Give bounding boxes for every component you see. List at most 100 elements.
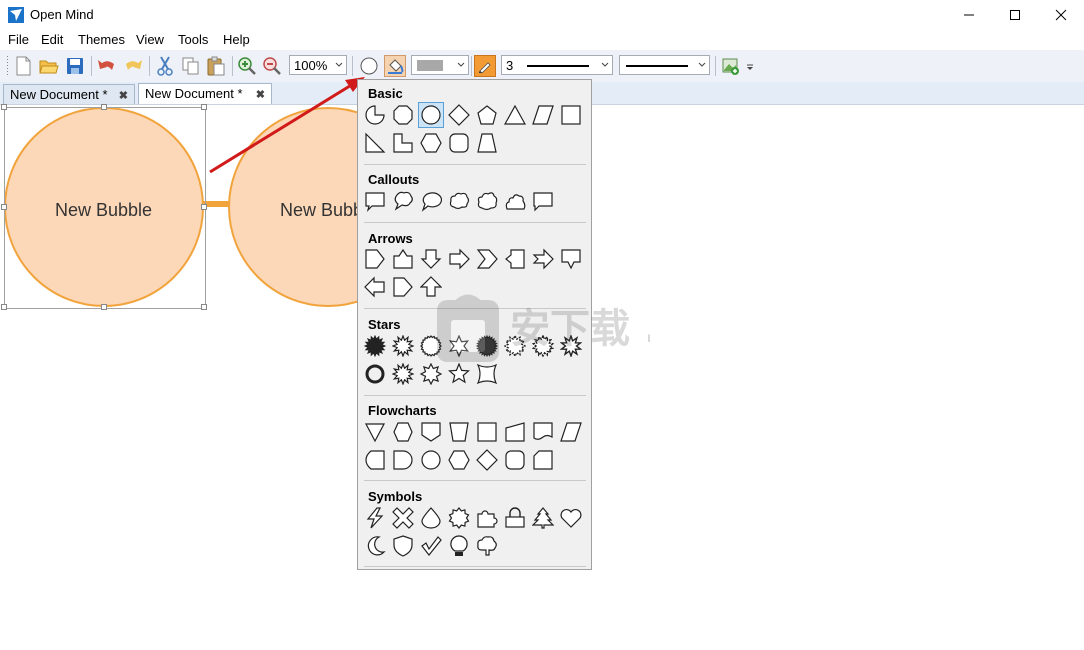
shape-arrowD[interactable] — [418, 246, 444, 272]
shape-bulb[interactable] — [446, 533, 472, 559]
shape-fAlt[interactable] — [502, 447, 528, 473]
resize-handle[interactable] — [1, 304, 7, 310]
shape-callout3[interactable] — [418, 188, 444, 214]
menu-themes[interactable]: Themes — [78, 32, 125, 47]
shape-fManual[interactable] — [446, 419, 472, 445]
fDoc-icon — [533, 422, 553, 440]
shape-arrowRn[interactable] — [530, 246, 556, 272]
shape-hexagon[interactable] — [418, 130, 444, 156]
shape-fConn[interactable] — [418, 447, 444, 473]
open-button[interactable] — [38, 55, 60, 77]
redo-button[interactable] — [122, 55, 144, 77]
shape-callout2[interactable] — [390, 188, 416, 214]
fDec-icon — [476, 449, 498, 471]
shape-arrowR2[interactable] — [446, 246, 472, 272]
shape-arrowL2[interactable] — [502, 246, 528, 272]
tab-close-icon[interactable]: ✖ — [119, 89, 128, 102]
shape-star16[interactable] — [390, 333, 416, 359]
shape-fInput[interactable] — [502, 419, 528, 445]
shape-roundrect[interactable] — [446, 130, 472, 156]
shape-fMerge[interactable] — [362, 419, 388, 445]
tab-document-1[interactable]: New Document * ✖ — [3, 84, 135, 104]
fOffpage-icon — [421, 422, 441, 442]
shape-lock[interactable] — [502, 505, 528, 531]
fill-color-button[interactable] — [384, 55, 406, 77]
undo-button[interactable] — [96, 55, 118, 77]
shape-cloud3[interactable] — [502, 188, 528, 214]
shape-chevron[interactable] — [474, 246, 500, 272]
shape-cloud[interactable] — [446, 188, 472, 214]
menu-edit[interactable]: Edit — [41, 32, 63, 47]
shape-arrowDbox[interactable] — [558, 246, 584, 272]
shape-arrowU[interactable] — [390, 246, 416, 272]
shape-lshape[interactable] — [390, 130, 416, 156]
shape-rtriangle[interactable] — [362, 130, 388, 156]
shape-arrowL[interactable] — [362, 274, 388, 300]
shape-ring[interactable] — [362, 361, 388, 387]
shape-pie[interactable] — [362, 102, 388, 128]
shape-moon[interactable] — [362, 533, 388, 559]
shape-check[interactable] — [418, 533, 444, 559]
shape-bolt[interactable] — [362, 505, 388, 531]
shape-heart[interactable] — [558, 505, 584, 531]
line-width-combo[interactable]: 3 — [501, 55, 613, 75]
shape-parallelogram[interactable] — [530, 102, 556, 128]
copy-button[interactable] — [180, 55, 202, 77]
shape-fStore[interactable] — [362, 447, 388, 473]
shape-fCard[interactable] — [530, 447, 556, 473]
shape-trapezoid[interactable] — [474, 130, 500, 156]
shape-pentR[interactable] — [390, 274, 416, 300]
shape-drop[interactable] — [418, 505, 444, 531]
menu-help[interactable]: Help — [223, 32, 250, 47]
shape-circle[interactable] — [418, 102, 444, 128]
shape-gear[interactable] — [446, 505, 472, 531]
shape-fData[interactable] — [558, 419, 584, 445]
toolbar-overflow-button[interactable] — [744, 55, 756, 77]
save-button[interactable] — [64, 55, 86, 77]
shape-pentagon[interactable] — [474, 102, 500, 128]
menu-view[interactable]: View — [136, 32, 164, 47]
shape-fProcess[interactable] — [474, 419, 500, 445]
shape-fDoc[interactable] — [530, 419, 556, 445]
resize-handle[interactable] — [101, 304, 107, 310]
shape-cross[interactable] — [390, 505, 416, 531]
shape-fDec[interactable] — [474, 447, 500, 473]
shape-star24f[interactable] — [362, 333, 388, 359]
shape-fOffpage[interactable] — [418, 419, 444, 445]
arrowL-icon — [364, 276, 385, 298]
menu-tools[interactable]: Tools — [178, 32, 208, 47]
shape-star12[interactable] — [390, 361, 416, 387]
shape-arrowR[interactable] — [362, 246, 388, 272]
shape-tree[interactable] — [530, 505, 556, 531]
shape-triangle[interactable] — [502, 102, 528, 128]
shape-puzzle[interactable] — [474, 505, 500, 531]
resize-handle[interactable] — [201, 304, 207, 310]
resize-handle[interactable] — [101, 104, 107, 110]
shape-callout4[interactable] — [530, 188, 556, 214]
shape-square[interactable] — [558, 102, 584, 128]
shape-fHex[interactable] — [446, 447, 472, 473]
line-style-combo[interactable] — [619, 55, 710, 75]
shape-diamond[interactable] — [446, 102, 472, 128]
resize-handle[interactable] — [201, 204, 207, 210]
shape-fDelay[interactable] — [390, 447, 416, 473]
shape-fPrep[interactable] — [390, 419, 416, 445]
minimize-button[interactable] — [946, 0, 992, 30]
cut-button[interactable] — [154, 55, 176, 77]
insert-image-button[interactable] — [720, 55, 742, 77]
new-document-button[interactable] — [12, 55, 34, 77]
resize-handle[interactable] — [1, 104, 7, 110]
shape-cloud2[interactable] — [474, 188, 500, 214]
maximize-button[interactable] — [992, 0, 1038, 30]
arrowL2-icon — [505, 249, 525, 269]
close-button[interactable] — [1038, 0, 1084, 30]
overflow-chevron-icon — [747, 64, 753, 70]
line-color-button[interactable] — [474, 55, 496, 77]
resize-handle[interactable] — [1, 204, 7, 210]
fill-color-combo[interactable] — [411, 55, 469, 75]
menu-file[interactable]: File — [8, 32, 29, 47]
shape-octagon[interactable] — [390, 102, 416, 128]
shape-treeRound[interactable] — [474, 533, 500, 559]
shape-shield[interactable] — [390, 533, 416, 559]
shape-callout1[interactable] — [362, 188, 388, 214]
